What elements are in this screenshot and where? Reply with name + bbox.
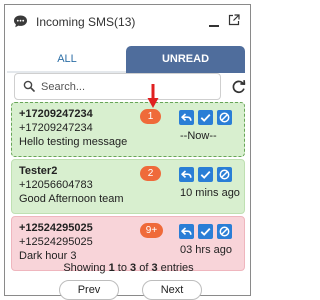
reply-icon[interactable]	[179, 110, 194, 125]
popout-icon[interactable]	[228, 14, 240, 26]
message-text: Hello testing message	[19, 136, 128, 148]
search-icon	[23, 80, 35, 92]
unread-count-badge: 1	[140, 109, 161, 124]
block-icon[interactable]	[217, 224, 232, 239]
message-sender: Tester2	[19, 165, 58, 177]
message-time: --Now--	[180, 130, 217, 142]
window-title: Incoming SMS(13)	[36, 15, 136, 29]
chat-bubble-icon	[14, 15, 27, 28]
check-icon[interactable]	[198, 167, 213, 182]
message-card[interactable]: Tester2 +12056604783 Good Afternoon team…	[11, 159, 245, 214]
minimize-icon[interactable]	[208, 13, 220, 29]
tab-all[interactable]: ALL	[7, 46, 127, 73]
unread-count-badge: 2	[140, 166, 161, 181]
check-icon[interactable]	[198, 224, 213, 239]
message-card[interactable]: +17209247234 +17209247234 Hello testing …	[11, 102, 245, 157]
pagination-info: Showing 1 to 3 of 3 entries	[63, 262, 194, 274]
block-icon[interactable]	[217, 167, 232, 182]
message-number: +12056604783	[19, 179, 93, 191]
reply-icon[interactable]	[179, 224, 194, 239]
reply-icon[interactable]	[179, 167, 194, 182]
refresh-icon[interactable]	[231, 79, 246, 94]
arrow-down-icon	[147, 84, 159, 108]
search-input[interactable]	[41, 78, 211, 96]
message-text: Dark hour 3	[19, 250, 77, 262]
message-actions	[179, 110, 239, 126]
message-number: +12524295025	[19, 236, 93, 248]
message-text: Good Afternoon team	[19, 193, 124, 205]
next-button[interactable]: Next	[142, 280, 202, 300]
message-sender: +12524295025	[19, 222, 93, 234]
tab-unread[interactable]: UNREAD	[126, 46, 245, 73]
message-actions	[179, 224, 239, 240]
message-time: 10 mins ago	[180, 187, 240, 199]
check-icon[interactable]	[198, 110, 213, 125]
search-box	[14, 73, 221, 100]
message-time: 03 hrs ago	[180, 244, 232, 256]
block-icon[interactable]	[217, 110, 232, 125]
message-actions	[179, 167, 239, 183]
unread-count-badge: 9+	[140, 223, 163, 238]
prev-button[interactable]: Prev	[59, 280, 119, 300]
message-sender: +17209247234	[19, 108, 93, 120]
message-number: +17209247234	[19, 122, 93, 134]
title-bar: Incoming SMS(13)	[5, 5, 250, 39]
sms-window: Incoming SMS(13) ALL UNREAD +17209247234…	[4, 4, 251, 300]
